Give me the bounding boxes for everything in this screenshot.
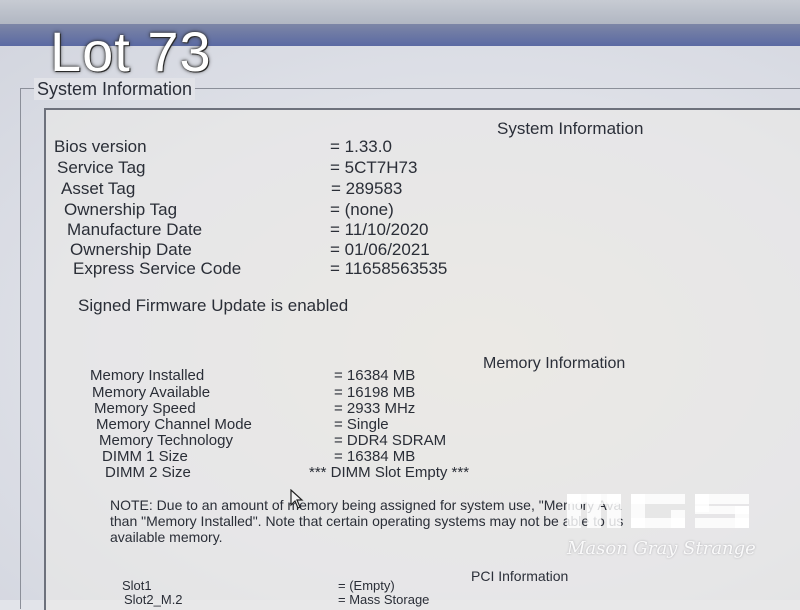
memory-value: *** DIMM Slot Empty *** [309, 464, 470, 481]
memory-value: = 16384 MB [334, 367, 416, 384]
pci-information-heading: PCI Information [471, 568, 569, 584]
mgs-logo-icon [567, 494, 749, 528]
system-information-heading: System Information [497, 119, 644, 138]
info-value: = 289583 [331, 179, 403, 198]
info-value: = (none) [330, 200, 394, 219]
memory-value: = 2933 MHz [334, 400, 416, 417]
memory-value: = Single [334, 416, 389, 433]
pci-value: = (Empty) [338, 578, 395, 593]
info-value: = 1.33.0 [330, 137, 392, 156]
info-label: Bios version [54, 137, 147, 156]
memory-value: = 16384 MB [334, 448, 416, 465]
info-label: Manufacture Date [67, 220, 203, 239]
memory-value: = DDR4 SDRAM [334, 432, 447, 449]
info-label: Express Service Code [73, 259, 242, 278]
memory-label: DIMM 1 Size [102, 448, 188, 465]
memory-label: DIMM 2 Size [105, 464, 191, 481]
info-label: Service Tag [57, 158, 146, 177]
memory-value: = 16198 MB [334, 384, 416, 401]
arrow-pointer-icon [290, 488, 304, 509]
firmware-status: Signed Firmware Update is enabled [78, 296, 349, 315]
memory-label: Memory Speed [94, 400, 196, 417]
info-label: Ownership Tag [64, 200, 178, 219]
memory-label: Memory Installed [90, 367, 205, 384]
info-label: Asset Tag [61, 179, 136, 198]
watermark-text: Mason Gray Strange [567, 538, 756, 559]
info-value: = 5CT7H73 [330, 158, 418, 177]
pci-label: Slot1 [122, 578, 152, 593]
info-value: = 01/06/2021 [330, 240, 430, 259]
memory-information-heading: Memory Information [483, 355, 626, 372]
memory-label: Memory Channel Mode [96, 416, 252, 433]
photographer-watermark: Mason Gray Strange [565, 490, 756, 562]
memory-label: Memory Available [92, 384, 211, 401]
info-value: = 11/10/2020 [330, 220, 429, 239]
lot-label: Lot 73 [50, 20, 212, 83]
info-label: Ownership Date [70, 240, 192, 259]
info-value: = 11658563535 [330, 259, 448, 278]
memory-label: Memory Technology [99, 432, 233, 449]
